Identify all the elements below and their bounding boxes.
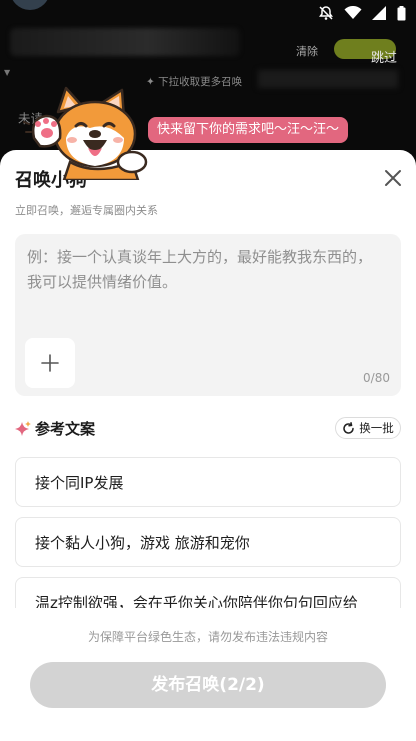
summon-sheet: 召唤小狗 立即召唤，邂逅专属圈内关系 例：接一个认真谈年上大方的，最好能教我东西…: [0, 150, 416, 741]
refresh-icon: [343, 421, 354, 434]
sparkle-icon: [15, 420, 31, 436]
status-bar: [0, 0, 416, 28]
refresh-label: 换一批: [359, 421, 394, 435]
screen: 清除 跳过 ▼ ✦ 下拉收取更多召唤 未读 快来留下你的需求吧～汪～汪～ 召唤小…: [0, 0, 416, 741]
blurred-bar: [258, 70, 398, 88]
refresh-button[interactable]: 换一批: [335, 417, 401, 439]
policy-note: 为保障平台绿色生态，请勿发布违法违规内容: [87, 630, 328, 644]
close-icon[interactable]: [381, 166, 405, 190]
speech-bubble: 快来留下你的需求吧～汪～汪～: [148, 117, 349, 143]
shiba-mascot-icon: [23, 86, 148, 180]
sheet-subtitle: 立即召唤，邂逅专属圈内关系: [15, 204, 158, 217]
input-placeholder: 例：接一个认真谈年上大方的，最好能教我东西的， 我可以提供情绪价值。: [27, 248, 373, 291]
bell-off-icon: [319, 6, 333, 20]
reference-title: 参考文案: [35, 420, 96, 438]
wifi-icon: [344, 6, 362, 19]
reference-header: 参考文案: [15, 418, 95, 439]
avatar: [10, 0, 50, 10]
dropdown-arrow-icon: ▼: [4, 68, 11, 77]
suggestion-item[interactable]: 接个同IP发展: [15, 457, 401, 507]
pull-hint: ✦ 下拉收取更多召唤: [146, 76, 243, 88]
status-icons: [318, 5, 406, 21]
request-input[interactable]: 例：接一个认真谈年上大方的，最好能教我东西的， 我可以提供情绪价值。 0/80: [15, 234, 401, 396]
publish-button[interactable]: 发布召唤(2/2): [30, 662, 386, 708]
suggestion-item[interactable]: 接个黏人小狗，游戏 旅游和宠你: [15, 517, 401, 567]
add-image-button[interactable]: [25, 338, 75, 388]
signal-icon: [372, 6, 386, 20]
skip-button[interactable]: 跳过: [371, 47, 397, 66]
clear-button[interactable]: 清除: [296, 43, 318, 59]
char-count: 0/80: [363, 371, 390, 385]
plus-icon: [41, 354, 59, 372]
battery-icon: [397, 5, 406, 20]
blurred-title: [10, 28, 240, 56]
